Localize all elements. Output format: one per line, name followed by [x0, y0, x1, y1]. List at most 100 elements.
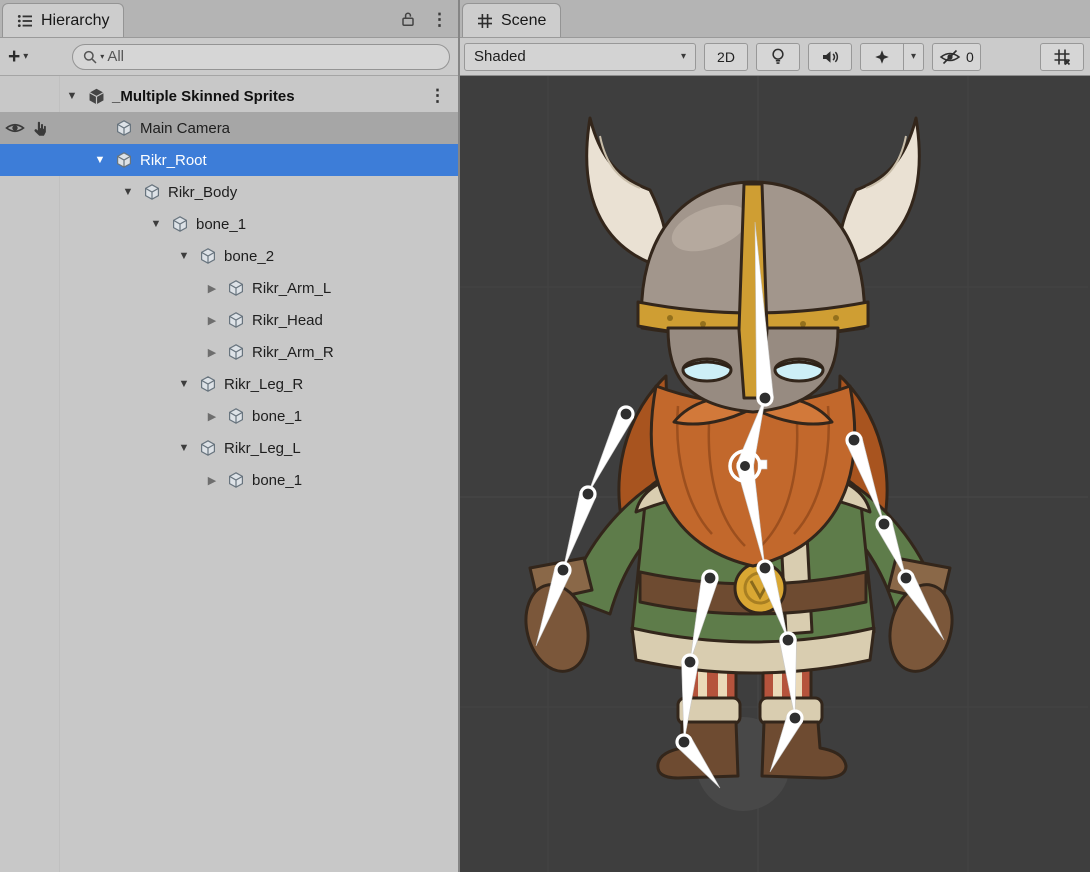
row-label: Rikr_Arm_L	[252, 280, 331, 297]
expand-arrow[interactable]: ▶	[200, 314, 224, 327]
scene-effects-dropdown[interactable]: ▾	[904, 43, 924, 71]
scene-lighting-button[interactable]	[756, 43, 800, 71]
picking-hand-icon[interactable]	[32, 120, 48, 137]
hierarchy-row[interactable]: ▼ Rikr_Root ⋮	[0, 144, 458, 176]
expand-arrow[interactable]: ▼	[60, 90, 84, 102]
gameobject-cube-icon	[112, 118, 136, 138]
search-filter-caret-icon[interactable]: ▾	[100, 53, 104, 61]
expand-arrow[interactable]: ▼	[172, 442, 196, 454]
mode-2d-label: 2D	[717, 49, 735, 65]
bone-joint-icon[interactable]	[619, 407, 633, 421]
unity-editor-window: Hierarchy ⋮ + ▾ ▾	[0, 0, 1090, 872]
chevron-down-icon: ▾	[23, 52, 28, 62]
expand-arrow[interactable]: ▶	[200, 282, 224, 295]
scene-audio-button[interactable]	[808, 43, 852, 71]
eye-slash-icon	[939, 49, 961, 65]
root-bone-dot-icon[interactable]	[739, 460, 751, 472]
row-label: Rikr_Arm_R	[252, 344, 334, 361]
bone-joint-icon[interactable]	[781, 633, 795, 647]
hierarchy-row[interactable]: ▶ bone_1 ⋮	[0, 464, 458, 496]
bone-joint-icon[interactable]	[683, 655, 697, 669]
bone-joint-icon[interactable]	[703, 571, 717, 585]
hierarchy-panel: Hierarchy ⋮ + ▾ ▾	[0, 0, 460, 872]
row-label: bone_1	[196, 216, 246, 233]
expand-arrow[interactable]: ▼	[172, 250, 196, 262]
scene-view[interactable]	[460, 76, 1090, 872]
lock-icon[interactable]	[401, 11, 415, 27]
expand-arrow[interactable]: ▶	[200, 346, 224, 359]
expand-arrow[interactable]: ▼	[116, 186, 140, 198]
bone-joint-icon[interactable]	[788, 711, 802, 725]
grid-settings-button[interactable]	[1040, 43, 1084, 71]
row-gutter	[0, 176, 60, 208]
gameobject-cube-icon	[224, 310, 248, 330]
bone-joint-icon[interactable]	[847, 433, 861, 447]
row-indent	[60, 416, 200, 417]
hierarchy-row[interactable]: ▶ Rikr_Arm_L ⋮	[0, 272, 458, 304]
scene-tabbar: Scene	[460, 0, 1090, 38]
expand-arrow[interactable]: ▶	[200, 474, 224, 487]
row-gutter	[0, 432, 60, 464]
hierarchy-row[interactable]: ▼ _Multiple Skinned Sprites ⋮	[0, 80, 458, 112]
hierarchy-row[interactable]: ▼ Rikr_Leg_L ⋮	[0, 432, 458, 464]
row-gutter	[0, 464, 60, 496]
panel-menu-kebab-icon[interactable]: ⋮	[431, 11, 448, 28]
scene-grid-icon	[477, 13, 493, 29]
row-kebab-icon[interactable]: ⋮	[429, 86, 458, 106]
expand-arrow[interactable]: ▼	[88, 154, 112, 166]
scene-toolbar: Shaded ▾ 2D	[460, 38, 1090, 76]
effects-star-icon	[873, 48, 891, 66]
row-indent	[60, 128, 88, 129]
row-indent	[60, 320, 200, 321]
draw-mode-label: Shaded	[474, 48, 526, 65]
hierarchy-tabbar: Hierarchy ⋮	[0, 0, 458, 38]
hierarchy-row[interactable]: ▼ bone_1 ⋮	[0, 208, 458, 240]
expand-arrow[interactable]: ▶	[200, 410, 224, 423]
draw-mode-dropdown[interactable]: Shaded ▾	[464, 43, 696, 71]
hierarchy-row[interactable]: ▶ Rikr_Arm_R ⋮	[0, 336, 458, 368]
bone-joint-icon[interactable]	[899, 571, 913, 585]
row-gutter	[0, 336, 60, 368]
row-gutter	[0, 304, 60, 336]
hidden-count-label: 0	[966, 49, 974, 65]
visibility-eye-icon[interactable]	[5, 121, 25, 135]
scene-canvas[interactable]	[460, 76, 1088, 872]
expand-arrow[interactable]: ▼	[144, 218, 168, 230]
hierarchy-row[interactable]: ▼ Rikr_Leg_R ⋮	[0, 368, 458, 400]
grid-settings-icon	[1053, 48, 1071, 66]
expand-arrow[interactable]: ▼	[172, 378, 196, 390]
bone-joint-icon[interactable]	[758, 561, 772, 575]
row-indent	[60, 480, 200, 481]
row-indent	[60, 224, 144, 225]
bone-joint-icon[interactable]	[556, 563, 570, 577]
row-label: _Multiple Skinned Sprites	[112, 88, 295, 105]
bone-joint-icon[interactable]	[581, 487, 595, 501]
row-label: bone_2	[224, 248, 274, 265]
hierarchy-row[interactable]: ▼ bone_2 ⋮	[0, 240, 458, 272]
speaker-icon	[820, 48, 840, 66]
gameobject-cube-icon	[140, 182, 164, 202]
tab-scene[interactable]: Scene	[462, 3, 561, 37]
create-object-button[interactable]: + ▾	[0, 38, 36, 75]
hierarchy-row[interactable]: ▼ Rikr_Body ⋮	[0, 176, 458, 208]
scene-visibility-button[interactable]: 0	[932, 43, 981, 71]
tab-hierarchy[interactable]: Hierarchy	[2, 3, 124, 37]
bone-joint-icon[interactable]	[877, 517, 891, 531]
scene-tab-label: Scene	[501, 12, 546, 30]
row-label: Rikr_Body	[168, 184, 237, 201]
search-input[interactable]	[107, 48, 439, 65]
row-label: Rikr_Head	[252, 312, 323, 329]
gameobject-cube-icon	[224, 406, 248, 426]
row-indent	[60, 256, 172, 257]
scene-effects-button[interactable]	[860, 43, 904, 71]
toggle-2d-button[interactable]: 2D	[704, 43, 748, 71]
hierarchy-list-icon	[17, 14, 33, 28]
hierarchy-row[interactable]: ▶ Rikr_Head ⋮	[0, 304, 458, 336]
hierarchy-row[interactable]: Main Camera ⋮	[0, 112, 458, 144]
hierarchy-search-box[interactable]: ▾	[72, 44, 450, 70]
bone-joint-icon[interactable]	[758, 391, 772, 405]
bone-joint-icon[interactable]	[677, 735, 691, 749]
hierarchy-row[interactable]: ▶ bone_1 ⋮	[0, 400, 458, 432]
row-indent	[60, 352, 200, 353]
row-indent	[60, 384, 172, 385]
